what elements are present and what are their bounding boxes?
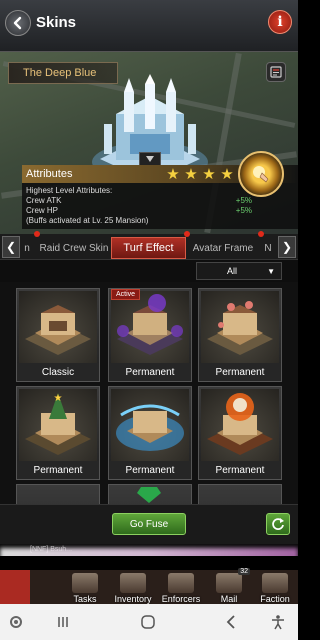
tab-scroll-left-button[interactable]: ❮ bbox=[2, 236, 20, 258]
skin-card[interactable] bbox=[16, 484, 100, 504]
chat-preview[interactable]: [NNF] Bsuh... bbox=[0, 544, 298, 556]
notification-dot bbox=[258, 231, 264, 237]
buff-note: (Buffs activated at Lv. 25 Mansion) bbox=[26, 216, 149, 225]
star-icon: ★ bbox=[220, 166, 234, 183]
skin-card[interactable]: Permanent bbox=[108, 386, 192, 480]
collapse-toggle[interactable] bbox=[139, 152, 161, 166]
mansion-thumbnail bbox=[201, 389, 279, 461]
notification-dot bbox=[184, 231, 190, 237]
pointing-hand-icon bbox=[253, 166, 269, 183]
mail-count-badge: 32 bbox=[238, 568, 250, 575]
skin-card-classic[interactable]: Classic bbox=[16, 288, 100, 382]
filter-selected-value: All bbox=[227, 266, 238, 276]
mansion-thumbnail bbox=[201, 291, 279, 363]
tab-partial-right[interactable]: N bbox=[260, 237, 276, 259]
faction-icon bbox=[262, 573, 288, 593]
mansion-thumbnail: ★ bbox=[19, 389, 97, 461]
tab-partial-left[interactable]: n bbox=[20, 237, 34, 259]
mansion-thumbnail bbox=[111, 291, 189, 363]
chevron-left-icon: ❮ bbox=[5, 240, 17, 254]
skin-card[interactable]: ★ Permanent bbox=[16, 386, 100, 480]
tab-bar: ❮ n Raid Crew Skin Turf Effect Avatar Fr… bbox=[0, 231, 298, 260]
back-arrow-icon bbox=[13, 16, 22, 30]
skin-card-label: Permanent bbox=[199, 363, 281, 381]
tasks-icon bbox=[72, 573, 98, 593]
skin-card-label: Permanent bbox=[109, 461, 191, 479]
attributes-title: Attributes bbox=[26, 168, 73, 180]
nav-mail[interactable]: Mail 32 bbox=[206, 568, 252, 604]
notes-button[interactable] bbox=[266, 62, 286, 82]
nav-label: Inventory bbox=[114, 594, 152, 604]
back-button[interactable] bbox=[5, 10, 31, 36]
tab-scroll-right-button[interactable]: ❯ bbox=[278, 236, 296, 258]
skin-card[interactable] bbox=[108, 484, 192, 504]
chevron-down-icon bbox=[146, 156, 154, 162]
recent-apps-icon[interactable] bbox=[56, 615, 70, 629]
back-nav-icon[interactable] bbox=[224, 614, 238, 630]
nav-home-tab[interactable] bbox=[0, 570, 30, 604]
skin-grid: Classic Active Permanent Permanent ★ Per… bbox=[0, 282, 298, 504]
gem-icon bbox=[137, 487, 161, 503]
attributes-panel: Attributes ★ ★ ★ ★ Highest Level Attribu… bbox=[22, 151, 298, 229]
skin-card-label: Classic bbox=[17, 363, 99, 381]
refresh-icon bbox=[272, 518, 284, 530]
page-title: Skins bbox=[36, 14, 77, 31]
attribute-name: Crew ATK bbox=[26, 196, 62, 205]
star-icon: ★ bbox=[184, 166, 198, 183]
svg-text:★: ★ bbox=[54, 393, 63, 404]
go-fuse-button[interactable]: Go Fuse bbox=[112, 513, 186, 535]
tab-avatar-frame[interactable]: Avatar Frame bbox=[188, 237, 258, 259]
mansion-thumbnail bbox=[111, 389, 189, 461]
attribute-value: +5% bbox=[235, 196, 252, 205]
tab-turf-effect[interactable]: Turf Effect bbox=[111, 237, 186, 259]
star-rating: ★ ★ ★ ★ bbox=[165, 167, 235, 183]
inventory-icon bbox=[120, 573, 146, 593]
bottom-nav: Tasks Inventory Enforcers Mail 32 Factio… bbox=[0, 568, 298, 604]
star-icon: ★ bbox=[202, 166, 216, 183]
chevron-down-icon: ▼ bbox=[267, 267, 275, 276]
notes-icon bbox=[270, 66, 282, 78]
attribute-row: Crew HP +5% bbox=[26, 206, 252, 216]
nav-label: Faction bbox=[260, 594, 290, 604]
nav-label: Mail bbox=[220, 594, 238, 604]
refresh-button[interactable] bbox=[266, 513, 290, 535]
skin-card-label: Permanent bbox=[199, 461, 281, 479]
attribute-value: +5% bbox=[235, 206, 252, 215]
chat-message: [NNF] Bsuh... bbox=[30, 546, 73, 553]
nav-tasks[interactable]: Tasks bbox=[62, 570, 108, 604]
skin-card-label: Permanent bbox=[17, 461, 99, 479]
skin-card[interactable] bbox=[198, 484, 282, 504]
nav-faction[interactable]: Faction bbox=[252, 570, 298, 604]
active-badge: Active bbox=[111, 289, 141, 300]
nav-label: Enforcers bbox=[161, 594, 201, 604]
skin-card[interactable]: Permanent bbox=[198, 386, 282, 480]
skin-card-active[interactable]: Active Permanent bbox=[108, 288, 192, 382]
action-footer: Go Fuse bbox=[0, 504, 298, 544]
attribute-row: Crew ATK +5% bbox=[26, 196, 252, 206]
accessibility-icon[interactable] bbox=[270, 614, 286, 630]
chevron-right-icon: ❯ bbox=[281, 240, 293, 254]
skin-name-badge: The Deep Blue bbox=[8, 62, 118, 84]
attribute-name: Crew HP bbox=[26, 206, 59, 215]
nav-inventory[interactable]: Inventory bbox=[110, 570, 156, 604]
system-nav-bar bbox=[0, 604, 298, 640]
skin-card[interactable]: Permanent bbox=[198, 288, 282, 382]
info-button[interactable]: i bbox=[268, 10, 292, 34]
header-bar: Skins i bbox=[0, 0, 298, 52]
home-icon[interactable] bbox=[140, 614, 156, 630]
filter-row: All ▼ bbox=[0, 260, 298, 282]
star-icon: ★ bbox=[166, 166, 180, 183]
mansion-thumbnail bbox=[19, 291, 97, 363]
skin-card-label: Permanent bbox=[109, 363, 191, 381]
nav-enforcers[interactable]: Enforcers bbox=[158, 570, 204, 604]
notification-dot bbox=[34, 231, 40, 237]
nav-label: Tasks bbox=[73, 594, 97, 604]
tab-raid-crew-skin[interactable]: Raid Crew Skin bbox=[38, 237, 110, 259]
star-upgrade-button[interactable] bbox=[238, 151, 284, 197]
enforcers-icon bbox=[168, 573, 194, 593]
filter-dropdown[interactable]: All ▼ bbox=[196, 262, 282, 280]
mail-icon bbox=[216, 573, 242, 593]
gear-icon[interactable] bbox=[8, 614, 24, 630]
